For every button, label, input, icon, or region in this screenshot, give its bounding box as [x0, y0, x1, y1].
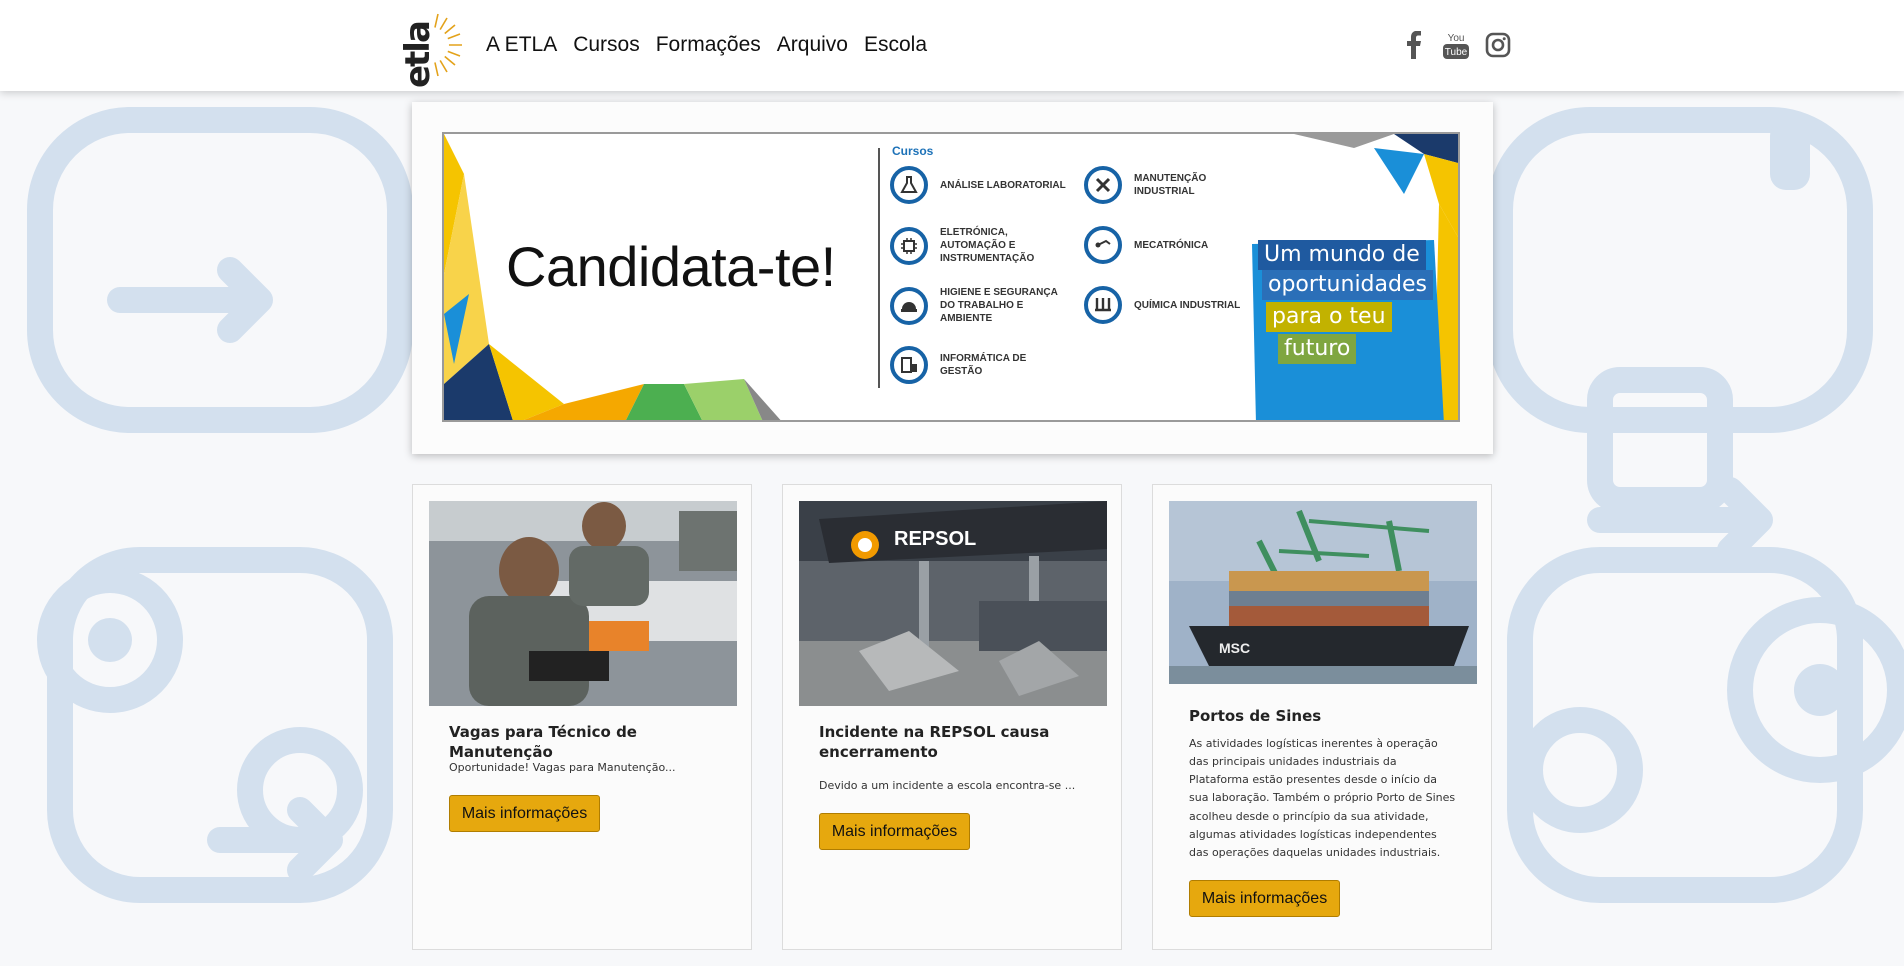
news-card: REPSOL Incidente na REPSOL causa encerra…: [782, 484, 1122, 950]
slogan-line: futuro: [1278, 334, 1357, 364]
tools-icon: [1084, 166, 1122, 204]
course-manutencao-industrial[interactable]: MANUTENÇÃO INDUSTRIAL: [1084, 166, 1264, 204]
more-info-button[interactable]: Mais informações: [819, 813, 970, 850]
etla-logo[interactable]: etla: [398, 12, 464, 88]
hero-banner-card: Candidata-te! Cursos ANÁLISE LABORATORIA…: [412, 102, 1493, 454]
card-image-port[interactable]: MSC: [1169, 501, 1477, 684]
nav-item-arquivo[interactable]: Arquivo: [777, 33, 848, 57]
card-excerpt: Oportunidade! Vagas para Manutenção...: [449, 761, 676, 774]
banner-title: Candidata-te!: [506, 235, 836, 298]
card-image-workshop[interactable]: [429, 501, 737, 706]
logo-text: etla: [398, 22, 438, 88]
course-label: ELETRÓNICA, AUTOMAÇÃO E INSTRUMENTAÇÃO: [940, 227, 1035, 264]
computer-icon: [890, 346, 928, 384]
banner-divider: [878, 148, 880, 388]
youtube-text-top: You: [1448, 33, 1465, 44]
course-quimica-industrial[interactable]: QUÍMICA INDUSTRIAL: [1084, 286, 1264, 324]
course-mecatronica[interactable]: MECATRÓNICA: [1084, 226, 1264, 264]
youtube-icon[interactable]: You Tube: [1442, 30, 1470, 60]
nav-item-escola[interactable]: Escola: [864, 33, 927, 57]
card-title[interactable]: Portos de Sines: [1189, 707, 1459, 727]
course-informatica-gestao[interactable]: INFORMÁTICA DE GESTÃO: [890, 346, 1070, 384]
nav-item-a-etla[interactable]: A ETLA: [486, 33, 557, 57]
repsol-sign: REPSOL: [894, 528, 976, 550]
flask-icon: [890, 166, 928, 204]
card-excerpt: Devido a um incidente a escola encontra-…: [819, 779, 1076, 792]
test-tubes-icon: [1084, 286, 1122, 324]
course-label: ANÁLISE LABORATORIAL: [940, 179, 1066, 191]
courses-heading: Cursos: [892, 144, 934, 158]
card-title[interactable]: Vagas para Técnico de Manutenção: [449, 723, 719, 762]
course-label: INFORMÁTICA DE GESTÃO: [940, 353, 1027, 377]
card-excerpt: As atividades logísticas inerentes à ope…: [1189, 737, 1456, 859]
instagram-icon[interactable]: [1484, 30, 1512, 60]
slogan-line: oportunidades: [1262, 270, 1433, 300]
msc-hull-text: MSC: [1219, 640, 1250, 656]
youtube-text-bottom: Tube: [1445, 47, 1468, 58]
more-info-button[interactable]: Mais informações: [1189, 880, 1340, 917]
robot-arm-icon: [1084, 226, 1122, 264]
course-label: MECATRÓNICA: [1134, 239, 1209, 251]
social-links: You Tube: [1400, 30, 1512, 60]
banner-slogan: Um mundo de oportunidades para o teu fut…: [1252, 240, 1436, 420]
slogan-line: para o teu: [1266, 302, 1392, 332]
news-card: MSC Portos de Sines As atividades logíst…: [1152, 484, 1492, 950]
more-info-button[interactable]: Mais informações: [449, 795, 600, 832]
circuit-icon: [890, 226, 928, 265]
nav-item-formacoes[interactable]: Formações: [656, 33, 761, 57]
nav-item-cursos[interactable]: Cursos: [573, 33, 640, 57]
course-analise-laboratorial[interactable]: ANÁLISE LABORATORIAL: [890, 166, 1070, 204]
safety-helmet-icon: [890, 286, 928, 325]
facebook-icon[interactable]: [1400, 30, 1428, 60]
course-label: MANUTENÇÃO INDUSTRIAL: [1134, 173, 1207, 197]
course-label: HIGIENE E SEGURANÇA DO TRABALHO E AMBIEN…: [940, 287, 1058, 324]
card-image-repsol[interactable]: REPSOL: [799, 501, 1107, 706]
main-nav: A ETLA Cursos Formações Arquivo Escola: [486, 33, 927, 57]
slogan-line: Um mundo de: [1258, 240, 1426, 270]
course-eletronica[interactable]: ELETRÓNICA, AUTOMAÇÃO E INSTRUMENTAÇÃO: [890, 226, 1070, 265]
card-title[interactable]: Incidente na REPSOL causa encerramento: [819, 723, 1089, 762]
hero-banner[interactable]: Candidata-te! Cursos ANÁLISE LABORATORIA…: [442, 132, 1460, 422]
course-higiene-seguranca[interactable]: HIGIENE E SEGURANÇA DO TRABALHO E AMBIEN…: [890, 286, 1070, 325]
navbar: etla A ETLA Cursos Formações Arquivo Esc…: [0, 0, 1904, 91]
course-label: QUÍMICA INDUSTRIAL: [1134, 299, 1241, 311]
news-card: Vagas para Técnico de Manutenção Oportun…: [412, 484, 752, 950]
